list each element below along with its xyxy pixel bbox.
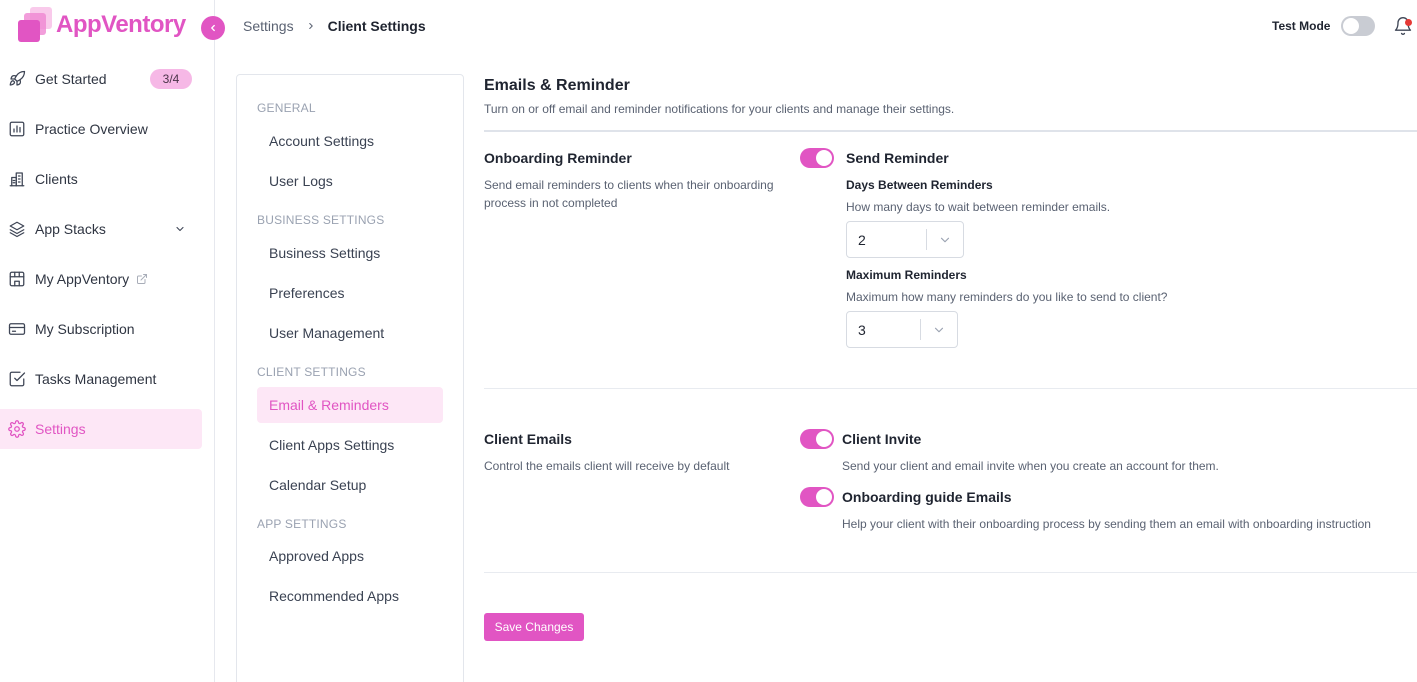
onboarding-reminder-title: Onboarding Reminder [484, 150, 632, 166]
chevron-down-icon [927, 233, 963, 247]
client-invite-label: Client Invite [842, 431, 922, 447]
chart-icon [8, 120, 26, 138]
sidebar-item-clients[interactable]: Clients [0, 159, 202, 199]
onboarding-guide-label: Onboarding guide Emails [842, 489, 1012, 505]
notification-dot [1405, 19, 1412, 26]
send-reminder-toggle[interactable] [800, 148, 834, 168]
onboarding-reminder-description: Send email reminders to clients when the… [484, 178, 774, 210]
sidebar-item-label: Get Started [35, 71, 107, 87]
sidebar-item-label: App Stacks [35, 221, 106, 237]
collapse-sidebar-button[interactable] [201, 16, 225, 40]
submenu-section-general: GENERAL [257, 101, 316, 115]
test-mode-label: Test Mode [1272, 19, 1331, 33]
sidebar-item-tasks-management[interactable]: Tasks Management [0, 359, 202, 399]
chevron-right-icon [306, 21, 316, 31]
max-reminders-select[interactable]: 3 [846, 311, 958, 348]
chevron-down-icon[interactable] [174, 222, 186, 240]
chevron-left-icon [211, 24, 215, 32]
test-mode-toggle[interactable] [1341, 16, 1375, 36]
breadcrumb-settings[interactable]: Settings [243, 18, 294, 34]
sidebar-item-my-subscription[interactable]: My Subscription [0, 309, 202, 349]
sidebar-item-label: Clients [35, 171, 78, 187]
days-between-select[interactable]: 2 [846, 221, 964, 258]
submenu-item-user-management[interactable]: User Management [257, 315, 443, 351]
submenu-section-client: CLIENT SETTINGS [257, 365, 366, 379]
progress-badge: 3/4 [150, 69, 192, 89]
sidebar-item-label: My Subscription [35, 321, 135, 337]
chevron-down-icon [921, 323, 957, 337]
sidebar-item-get-started[interactable]: Get Started 3/4 [0, 59, 202, 99]
sidebar-item-label: Settings [35, 421, 86, 437]
page-title: Emails & Reminder [484, 77, 630, 94]
divider [484, 388, 1417, 389]
store-icon [8, 270, 26, 288]
submenu-item-business-settings[interactable]: Business Settings [257, 235, 443, 271]
client-invite-help: Send your client and email invite when y… [842, 459, 1219, 473]
gear-icon [8, 420, 26, 438]
sidebar-item-label: Practice Overview [35, 121, 148, 137]
submenu-item-client-apps-settings[interactable]: Client Apps Settings [257, 427, 443, 463]
client-emails-title: Client Emails [484, 431, 572, 447]
credit-card-icon [8, 320, 26, 338]
divider [484, 572, 1417, 573]
breadcrumb-current: Client Settings [327, 18, 426, 34]
onboarding-guide-help: Help your client with their onboarding p… [842, 517, 1371, 531]
sidebar-nav: Get Started 3/4 Practice Overview Client… [0, 59, 215, 459]
send-reminder-label: Send Reminder [846, 150, 949, 166]
brand-logo[interactable]: AppVentory [18, 6, 186, 44]
sidebar-item-settings[interactable]: Settings [0, 409, 202, 449]
page-description: Turn on or off email and reminder notifi… [484, 102, 955, 116]
sidebar-item-label: Tasks Management [35, 371, 157, 387]
onboarding-guide-toggle[interactable] [800, 487, 834, 507]
days-between-label: Days Between Reminders [846, 178, 993, 192]
settings-submenu: GENERAL Account Settings User Logs BUSIN… [236, 74, 464, 682]
submenu-item-email-reminders[interactable]: Email & Reminders [257, 387, 443, 423]
checkbox-icon [8, 370, 26, 388]
divider [484, 130, 1417, 132]
submenu-item-recommended-apps[interactable]: Recommended Apps [257, 578, 443, 614]
submenu-item-preferences[interactable]: Preferences [257, 275, 443, 311]
client-invite-toggle[interactable] [800, 429, 834, 449]
max-reminders-help: Maximum how many reminders do you like t… [846, 290, 1168, 304]
submenu-item-approved-apps[interactable]: Approved Apps [257, 538, 443, 574]
logo-mark-icon [18, 7, 54, 43]
sidebar-item-my-appventory[interactable]: My AppVentory [0, 259, 202, 299]
sidebar-item-app-stacks[interactable]: App Stacks [0, 209, 202, 249]
sidebar-item-label: My AppVentory [35, 271, 130, 287]
breadcrumb: Settings Client Settings [243, 18, 426, 34]
days-between-value: 2 [858, 231, 866, 248]
submenu-item-account-settings[interactable]: Account Settings [257, 123, 443, 159]
submenu-section-app: APP SETTINGS [257, 517, 347, 531]
brand-name: AppVentory [56, 11, 186, 38]
client-emails-description: Control the emails client will receive b… [484, 459, 730, 473]
rocket-icon [8, 70, 26, 88]
submenu-section-business: BUSINESS SETTINGS [257, 213, 385, 227]
external-link-icon [136, 273, 148, 285]
max-reminders-value: 3 [858, 321, 866, 338]
sidebar: AppVentory Get Started 3/4 Practice Over… [0, 0, 215, 682]
save-changes-button[interactable]: Save Changes [484, 613, 584, 641]
building-icon [8, 170, 26, 188]
days-between-help: How many days to wait between reminder e… [846, 200, 1111, 214]
sidebar-item-practice-overview[interactable]: Practice Overview [0, 109, 202, 149]
submenu-item-calendar-setup[interactable]: Calendar Setup [257, 467, 443, 503]
layers-icon [8, 220, 26, 238]
max-reminders-label: Maximum Reminders [846, 268, 967, 282]
submenu-item-user-logs[interactable]: User Logs [257, 163, 443, 199]
